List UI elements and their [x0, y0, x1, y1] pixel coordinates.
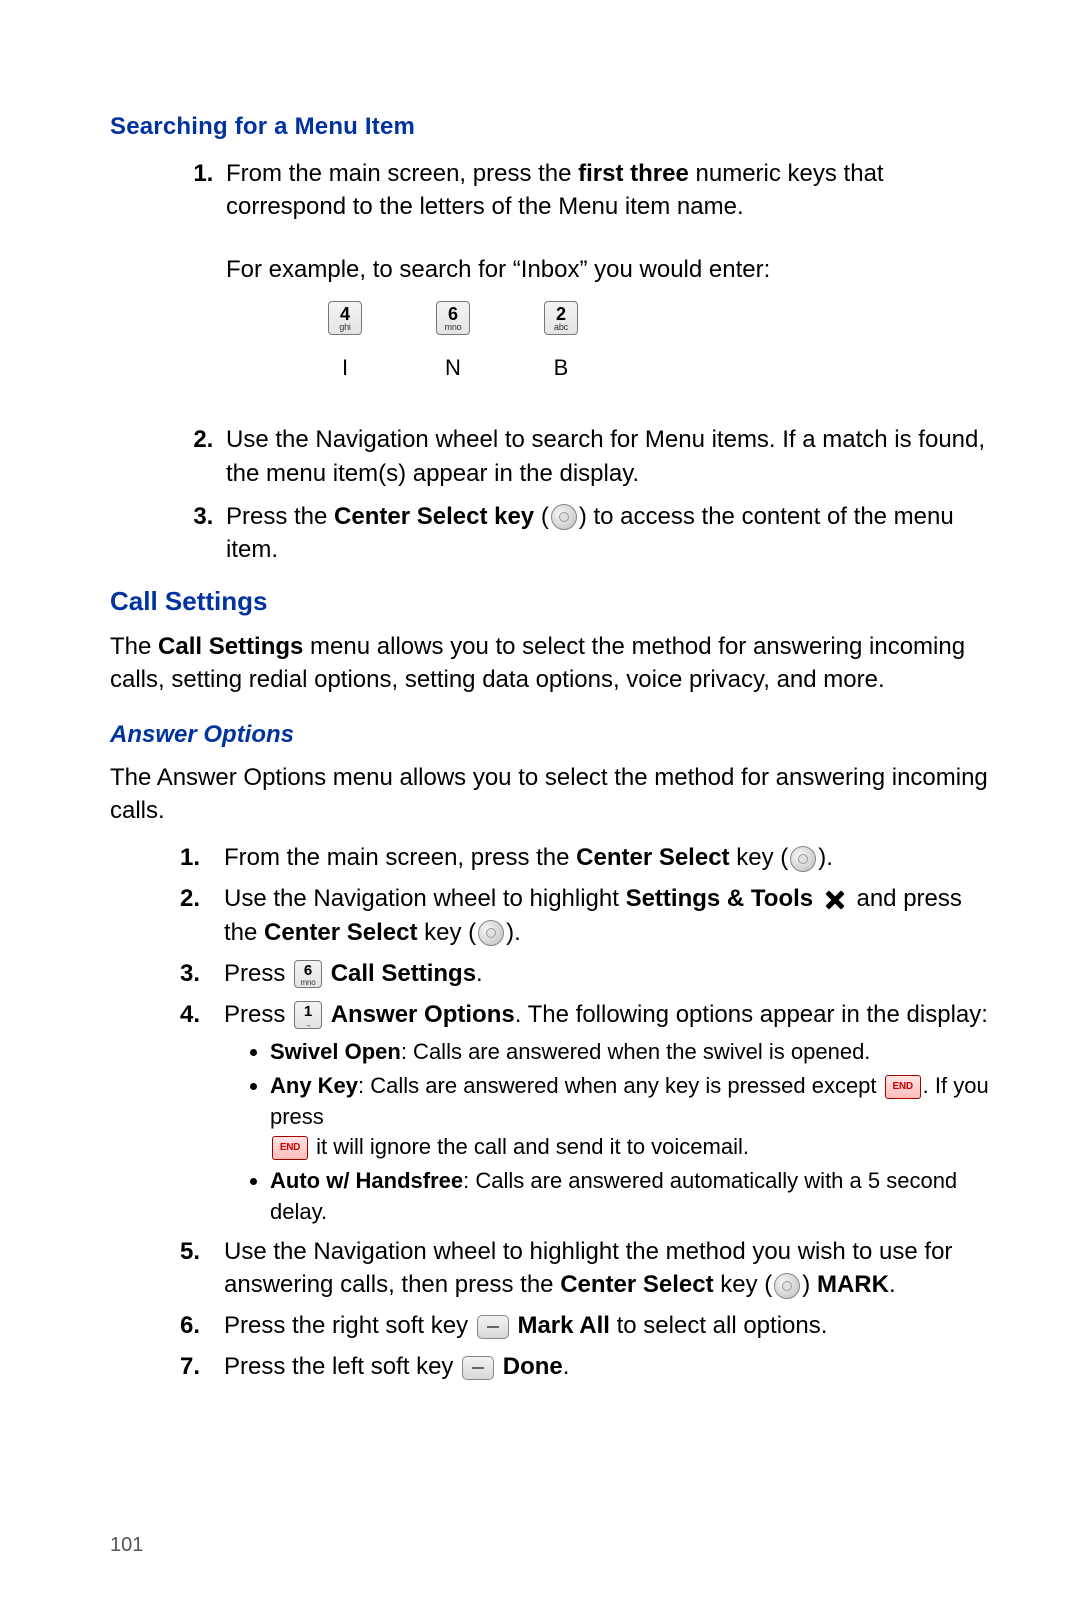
text: Use the Navigation wheel to search for M… — [226, 426, 985, 486]
end-key-icon: END — [272, 1136, 308, 1160]
heading-call-settings: Call Settings — [110, 584, 990, 620]
search-step-2: Use the Navigation wheel to search for M… — [220, 423, 990, 489]
option-auto-handsfree: Auto w/ Handsfree: Calls are answered au… — [270, 1166, 990, 1227]
numkey-6-icon: 6mno — [436, 301, 470, 335]
center-select-icon — [478, 920, 504, 946]
key-letter: B — [542, 353, 580, 383]
example-key-row: 4ghi I 6mno N 2abc B — [326, 300, 990, 383]
search-steps: From the main screen, press the first th… — [110, 157, 990, 566]
answer-options-intro: The Answer Options menu allows you to se… — [110, 761, 990, 827]
call-settings-intro: The Call Settings menu allows you to sel… — [110, 630, 990, 696]
answer-step-1: From the main screen, press the Center S… — [220, 841, 990, 874]
text-bold: first three — [578, 160, 689, 187]
text-bold: Center Select key — [334, 503, 534, 530]
key-letter: N — [434, 353, 472, 383]
key-letter: I — [326, 353, 364, 383]
answer-step-3: Press 6mno Call Settings. — [220, 957, 990, 990]
key-col-2: 6mno N — [434, 300, 472, 383]
settings-tools-icon — [822, 887, 848, 913]
text: Press the — [226, 503, 334, 530]
answer-options-list: Swivel Open: Calls are answered when the… — [246, 1037, 990, 1227]
answer-step-5: Use the Navigation wheel to highlight th… — [220, 1235, 990, 1301]
center-select-icon — [551, 504, 577, 530]
answer-step-4: Press 1., Answer Options. The following … — [220, 998, 990, 1227]
example-intro: For example, to search for “Inbox” you w… — [226, 253, 990, 286]
numkey-6-icon: 6mno — [294, 960, 322, 988]
key-col-3: 2abc B — [542, 300, 580, 383]
manual-page: Searching for a Menu Item From the main … — [0, 0, 1080, 1620]
text: ( — [534, 503, 549, 530]
answer-step-6: Press the right soft key Mark All to sel… — [220, 1309, 990, 1342]
numkey-1-icon: 1., — [294, 1001, 322, 1029]
key-col-1: 4ghi I — [326, 300, 364, 383]
end-key-icon: END — [885, 1075, 921, 1099]
text: From the main screen, press the — [226, 160, 578, 187]
right-softkey-icon — [477, 1315, 509, 1339]
answer-step-7: Press the left soft key Done. — [220, 1350, 990, 1383]
numkey-2-icon: 2abc — [544, 301, 578, 335]
center-select-icon — [790, 846, 816, 872]
answer-steps: From the main screen, press the Center S… — [110, 841, 990, 1383]
option-any-key: Any Key: Calls are answered when any key… — [270, 1071, 990, 1162]
center-select-icon — [774, 1273, 800, 1299]
search-step-1: From the main screen, press the first th… — [220, 157, 990, 383]
answer-step-2: Use the Navigation wheel to highlight Se… — [220, 882, 990, 948]
numkey-4-icon: 4ghi — [328, 301, 362, 335]
heading-answer-options: Answer Options — [110, 718, 990, 751]
page-number: 101 — [110, 1532, 143, 1560]
heading-searching: Searching for a Menu Item — [110, 110, 990, 143]
search-step-3: Press the Center Select key () to access… — [220, 500, 990, 566]
left-softkey-icon — [462, 1356, 494, 1380]
option-swivel-open: Swivel Open: Calls are answered when the… — [270, 1037, 990, 1067]
